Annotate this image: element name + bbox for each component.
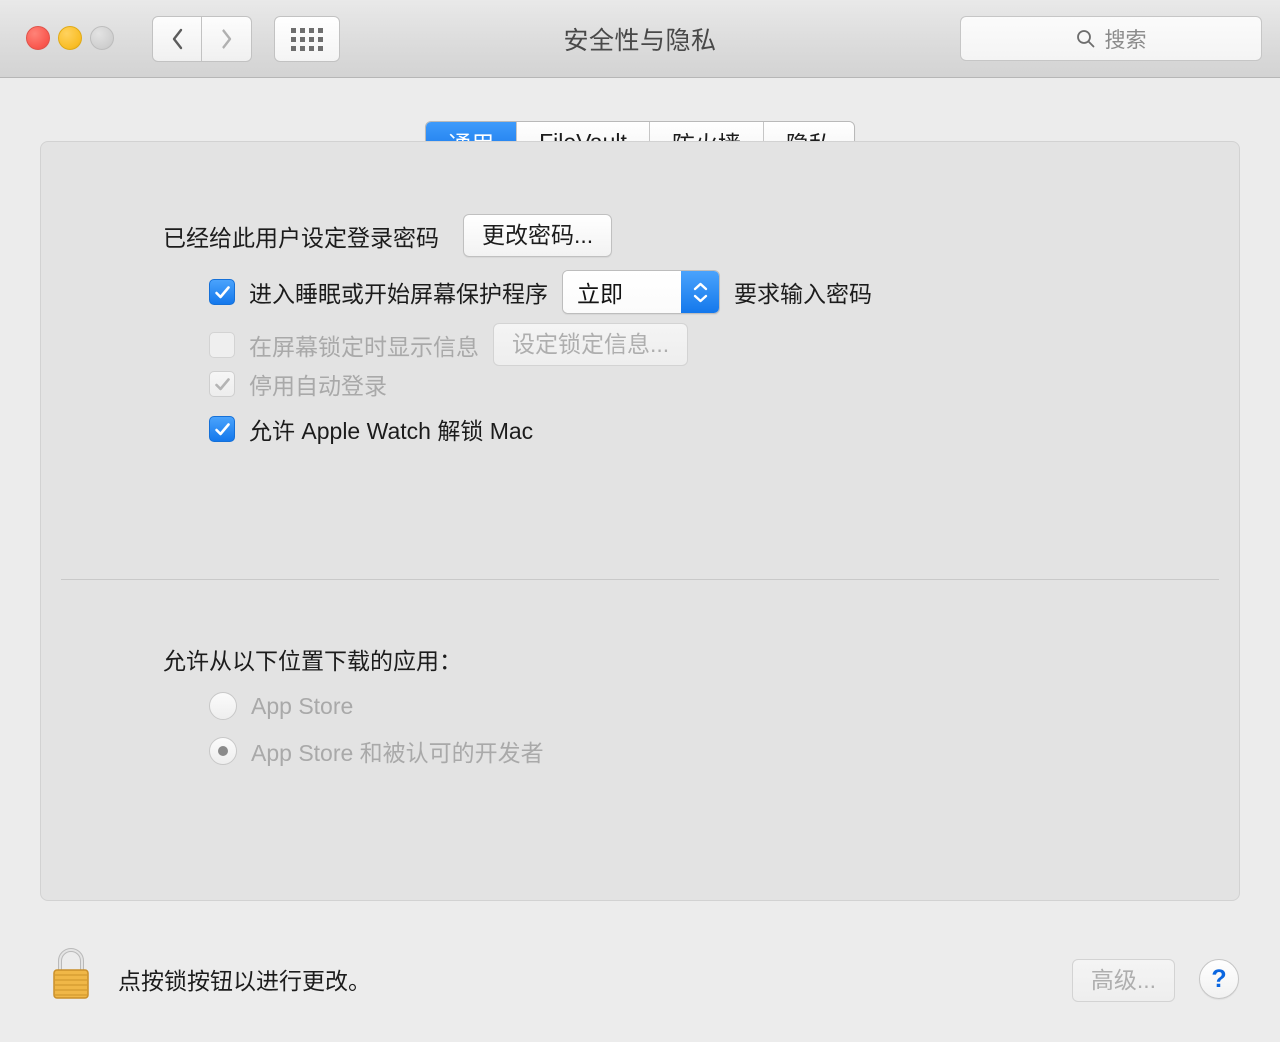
require-password-delay-value: 立即: [563, 271, 681, 313]
radio-app-store: [209, 692, 237, 720]
lock-hint-text: 点按锁按钮以进行更改。: [118, 968, 371, 994]
chevron-down-icon: [693, 294, 707, 302]
require-password-row: 进入睡眠或开始屏幕保护程序 立即 要求输入密码: [209, 270, 872, 314]
section-divider: [61, 579, 1219, 580]
lock-message-row: 在屏幕锁定时显示信息 设定锁定信息...: [209, 323, 689, 366]
checkmark-icon: [215, 378, 230, 391]
lock-message-label: 在屏幕锁定时显示信息: [249, 333, 479, 360]
download-option-identified-developers-row: App Store 和被认可的开发者: [209, 734, 544, 768]
radio-selected-dot: [218, 746, 228, 756]
popup-stepper-arrows: [681, 271, 719, 313]
general-pane: 已经给此用户设定登录密码 更改密码... 进入睡眠或开始屏幕保护程序 立即 要求…: [40, 141, 1240, 901]
login-password-row: 已经给此用户设定登录密码 更改密码...: [163, 214, 613, 257]
disable-auto-login-row: 停用自动登录: [209, 367, 387, 401]
search-placeholder: 搜索: [1104, 28, 1147, 52]
radio-app-store-and-identified-developers: [209, 737, 237, 765]
require-password-delay-select[interactable]: 立即: [562, 270, 720, 314]
set-lock-message-button: 设定锁定信息...: [493, 323, 689, 366]
lock-hint-row: 点按锁按钮以进行更改。: [118, 962, 371, 996]
require-password-checkbox[interactable]: [209, 279, 235, 305]
checkmark-icon: [215, 286, 230, 299]
apple-watch-checkbox[interactable]: [209, 416, 235, 442]
advanced-button: 高级...: [1071, 959, 1175, 1002]
require-password-label: 进入睡眠或开始屏幕保护程序: [249, 281, 548, 307]
change-password-button[interactable]: 更改密码...: [463, 214, 613, 257]
download-section-heading: 允许从以下位置下载的应用：: [163, 648, 462, 674]
login-password-status: 已经给此用户设定登录密码: [163, 224, 439, 251]
search-field[interactable]: 搜索: [960, 16, 1262, 61]
disable-auto-login-label: 停用自动登录: [249, 373, 387, 399]
title-bar: 安全性与隐私 搜索: [0, 0, 1280, 78]
require-password-trailing-label: 要求输入密码: [734, 281, 872, 307]
download-heading-row: 允许从以下位置下载的应用：: [163, 642, 462, 676]
radio-app-store-label: App Store: [251, 692, 354, 719]
help-button[interactable]: ?: [1199, 959, 1239, 999]
apple-watch-label: 允许 Apple Watch 解锁 Mac: [249, 418, 534, 444]
apple-watch-row: 允许 Apple Watch 解锁 Mac: [209, 412, 533, 446]
download-option-app-store-row: App Store: [209, 692, 353, 720]
lock-message-checkbox: [209, 331, 235, 358]
chevron-up-icon: [693, 282, 707, 290]
padlock-locked-icon[interactable]: [48, 944, 94, 1002]
radio-app-store-and-identified-developers-label: App Store 和被认可的开发者: [251, 740, 544, 766]
checkmark-icon: [215, 423, 230, 436]
disable-auto-login-checkbox: [209, 371, 235, 397]
search-icon: [1076, 30, 1094, 48]
